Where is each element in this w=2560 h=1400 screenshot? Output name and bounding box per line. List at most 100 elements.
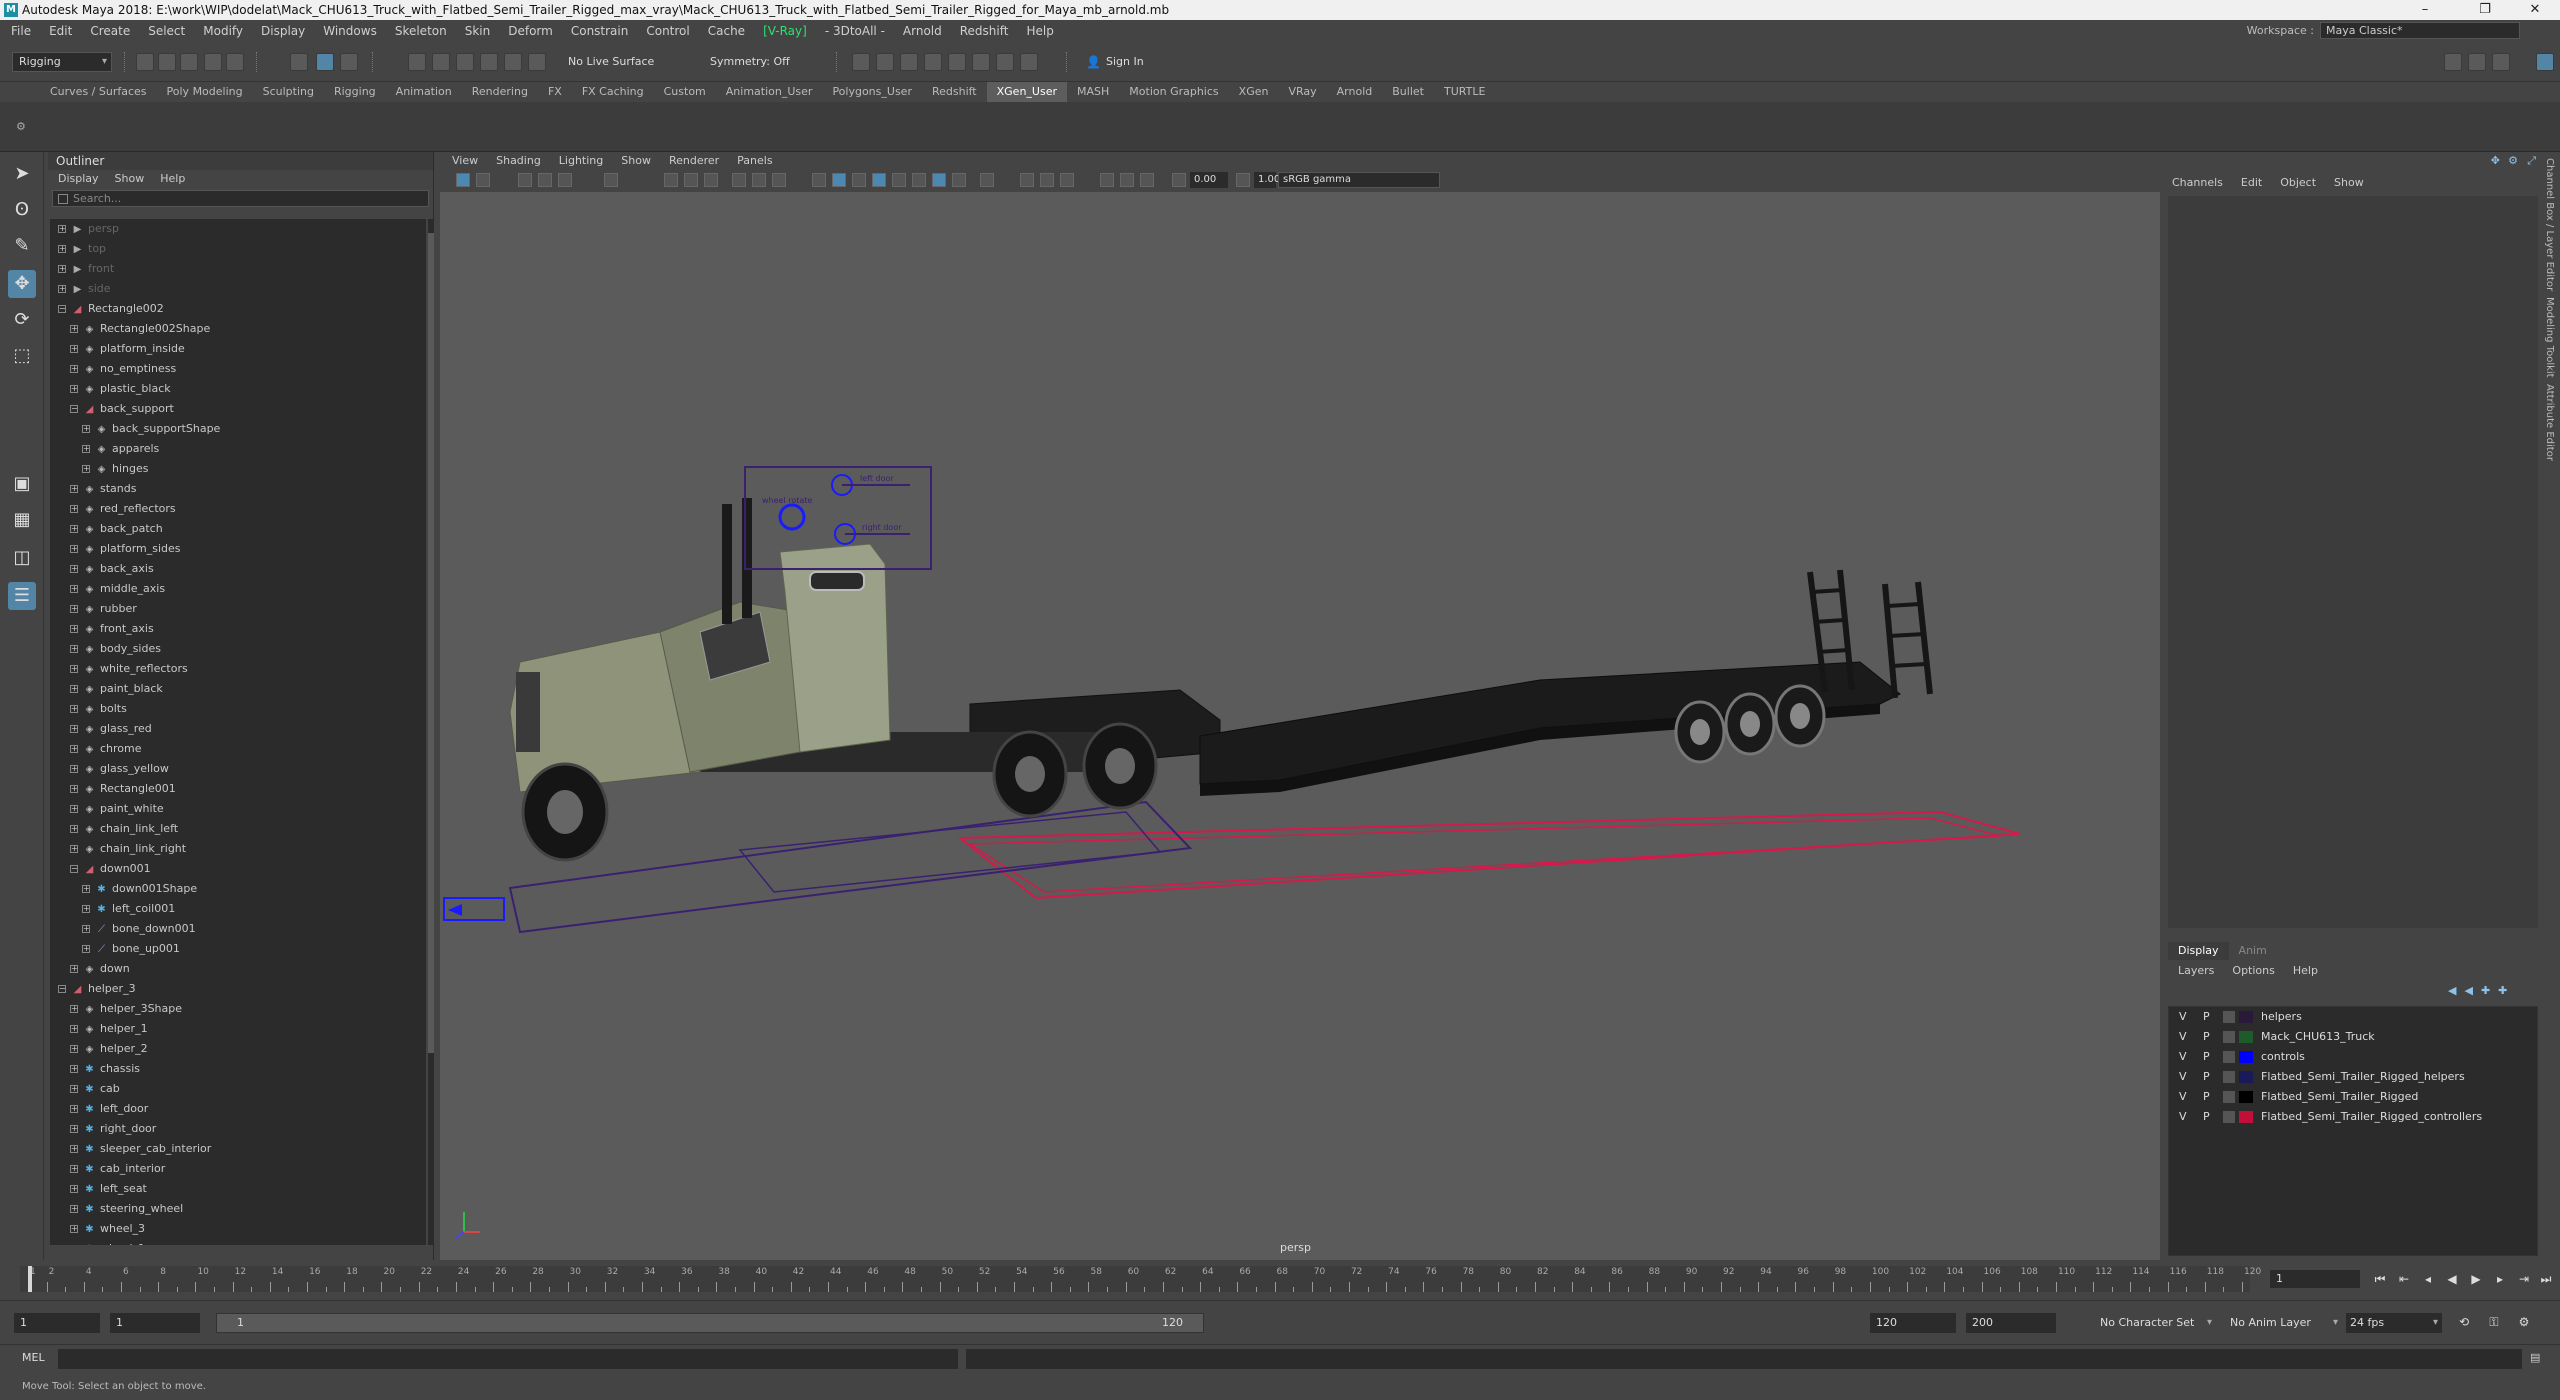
outliner-menu-show[interactable]: Show	[115, 170, 145, 188]
expand-icon[interactable]: +	[70, 1005, 78, 1013]
expand-icon[interactable]: +	[82, 945, 90, 953]
outliner-node[interactable]: + ◈ bolts	[50, 699, 426, 719]
channel-box-menu-object[interactable]: Object	[2280, 174, 2316, 192]
sign-in-button[interactable]: Sign In	[1106, 55, 1144, 68]
menu-select[interactable]: Select	[139, 24, 194, 38]
outliner-node[interactable]: − ◢ helper_3	[50, 979, 426, 999]
expand-icon[interactable]: +	[70, 545, 78, 553]
layer-color-swatch[interactable]	[2239, 1071, 2253, 1083]
shelf-tab-arnold[interactable]: Arnold	[1327, 82, 1383, 102]
vray-framebuffer-icon[interactable]	[996, 53, 1014, 71]
shelf-tab-fx[interactable]: FX	[538, 82, 572, 102]
camera-attributes-icon[interactable]	[476, 173, 490, 187]
menu-skin[interactable]: Skin	[456, 24, 500, 38]
truck-controller-curve-inner[interactable]	[738, 811, 1162, 893]
shelf-settings-icon[interactable]: ⚙	[16, 120, 26, 133]
resolution-gate-icon[interactable]	[704, 173, 718, 187]
outliner-node[interactable]: + ◈ platform_inside	[50, 339, 426, 359]
motion-blur-icon[interactable]	[1120, 173, 1134, 187]
outliner-node[interactable]: + ◈ down	[50, 959, 426, 979]
outliner-node[interactable]: + ✱ cab	[50, 1079, 426, 1099]
layer-display-type[interactable]	[2223, 1091, 2235, 1103]
outliner-node[interactable]: + ◈ chain_link_right	[50, 839, 426, 859]
collapse-icon[interactable]: −	[70, 865, 78, 873]
expand-icon[interactable]: +	[70, 565, 78, 573]
shelf-tab-fx-caching[interactable]: FX Caching	[572, 82, 654, 102]
layer-tab-anim[interactable]: Anim	[2229, 942, 2277, 960]
expand-icon[interactable]: +	[70, 965, 78, 973]
gamma-field[interactable]: 1.00	[1254, 172, 1280, 188]
symmetry-dropdown[interactable]: Symmetry: Off	[710, 55, 790, 68]
render-settings-icon[interactable]	[924, 53, 942, 71]
layer-display-type[interactable]	[2223, 1051, 2235, 1063]
layer-display-type[interactable]	[2223, 1011, 2235, 1023]
layer-visibility-toggle[interactable]: V	[2179, 1107, 2187, 1127]
time-ruler[interactable]: 1 2 4 6 8 10 12 14 16 18 20 22 24 26 28 30 32 34 36 38 40 42 4…	[20, 1266, 2261, 1292]
expand-icon[interactable]: +	[70, 645, 78, 653]
command-language-toggle[interactable]: MEL	[22, 1351, 45, 1364]
outliner-node[interactable]: + ◈ no_emptiness	[50, 359, 426, 379]
safe-action-icon[interactable]	[772, 173, 786, 187]
outliner-node[interactable]: + ✱ chassis	[50, 1059, 426, 1079]
channel-box-settings-icon[interactable]: ⚙	[2508, 154, 2518, 167]
expand-icon[interactable]: +	[70, 765, 78, 773]
save-scene-icon[interactable]	[180, 53, 198, 71]
camera-select-icon[interactable]	[456, 173, 470, 187]
ipr-render-icon[interactable]	[900, 53, 918, 71]
new-scene-icon[interactable]	[136, 53, 154, 71]
trailer-controller-curve[interactable]	[957, 810, 2021, 900]
channel-box-pin-icon[interactable]: ✥	[2491, 154, 2500, 167]
xray-icon[interactable]	[1020, 173, 1034, 187]
xray-joints-icon[interactable]	[1040, 173, 1054, 187]
outliner-node[interactable]: + ◈ Rectangle001	[50, 779, 426, 799]
menu-redshift[interactable]: Redshift	[951, 24, 1018, 38]
outliner-node[interactable]: + ◈ chain_link_left	[50, 819, 426, 839]
viewport-menu-panels[interactable]: Panels	[737, 152, 772, 170]
layer-tab-display[interactable]: Display	[2168, 942, 2229, 960]
expand-icon[interactable]: +	[70, 1105, 78, 1113]
expand-icon[interactable]: +	[82, 925, 90, 933]
playback-start-field[interactable]: 1	[110, 1313, 200, 1333]
menu-deform[interactable]: Deform	[499, 24, 562, 38]
layer-row[interactable]: V Phelpers	[2169, 1007, 2537, 1027]
close-button[interactable]: ✕	[2512, 0, 2558, 20]
expand-icon[interactable]: +	[70, 1065, 78, 1073]
expand-icon[interactable]: +	[70, 505, 78, 513]
viewport-menu-show[interactable]: Show	[621, 152, 651, 170]
layer-color-swatch[interactable]	[2239, 1091, 2253, 1103]
lasso-tool-icon[interactable]: ʘ	[8, 196, 36, 224]
select-hierarchy-icon[interactable]	[290, 53, 308, 71]
expand-icon[interactable]: +	[82, 905, 90, 913]
outliner-node[interactable]: + ◈ back_patch	[50, 519, 426, 539]
shelf-tab-polygons-user[interactable]: Polygons_User	[822, 82, 922, 102]
isolate-select-icon[interactable]	[980, 173, 994, 187]
outliner-layout-icon[interactable]: ☰	[8, 582, 36, 610]
select-component-icon[interactable]	[340, 53, 358, 71]
playback-end-field[interactable]: 120	[1870, 1313, 1956, 1333]
expand-icon[interactable]: +	[70, 1225, 78, 1233]
layer-list[interactable]: V Phelpers V P Mack_CHU613_Truck V Pcontrols V P…	[2168, 1006, 2538, 1256]
play-backwards-icon[interactable]: ◀	[2444, 1272, 2460, 1286]
outliner-node[interactable]: + ▶ side	[50, 279, 426, 299]
step-back-key-icon[interactable]: ⇤	[2396, 1272, 2412, 1286]
shelf-tab-redshift[interactable]: Redshift	[922, 82, 987, 102]
menuset-dropdown[interactable]: Rigging	[12, 52, 112, 72]
current-frame-field[interactable]: 1	[2270, 1270, 2360, 1288]
layer-row[interactable]: V P Flatbed_Semi_Trailer_Rigged_helpers	[2169, 1067, 2537, 1087]
channel-box-toggle-icon[interactable]	[2536, 53, 2554, 71]
snap-view-icon[interactable]	[480, 53, 498, 71]
channel-box-menu-show[interactable]: Show	[2334, 174, 2364, 192]
bookmarks-icon[interactable]	[518, 173, 532, 187]
vray-render-icon[interactable]	[972, 53, 990, 71]
shelf-tab-animation[interactable]: Animation	[386, 82, 462, 102]
exposure-icon[interactable]	[1172, 173, 1186, 187]
outliner-node[interactable]: + ◈ hinges	[50, 459, 426, 479]
minimize-button[interactable]: –	[2402, 0, 2448, 20]
expand-icon[interactable]: +	[70, 1185, 78, 1193]
outliner-node[interactable]: + ◈ back_supportShape	[50, 419, 426, 439]
outliner-node[interactable]: + ✱ left_coil001	[50, 899, 426, 919]
outliner-node[interactable]: + ⟋ bone_up001	[50, 939, 426, 959]
expand-icon[interactable]: +	[70, 325, 78, 333]
outliner-node[interactable]: + ◈ front_axis	[50, 619, 426, 639]
color-space-dropdown[interactable]: sRGB gamma	[1278, 172, 1440, 188]
